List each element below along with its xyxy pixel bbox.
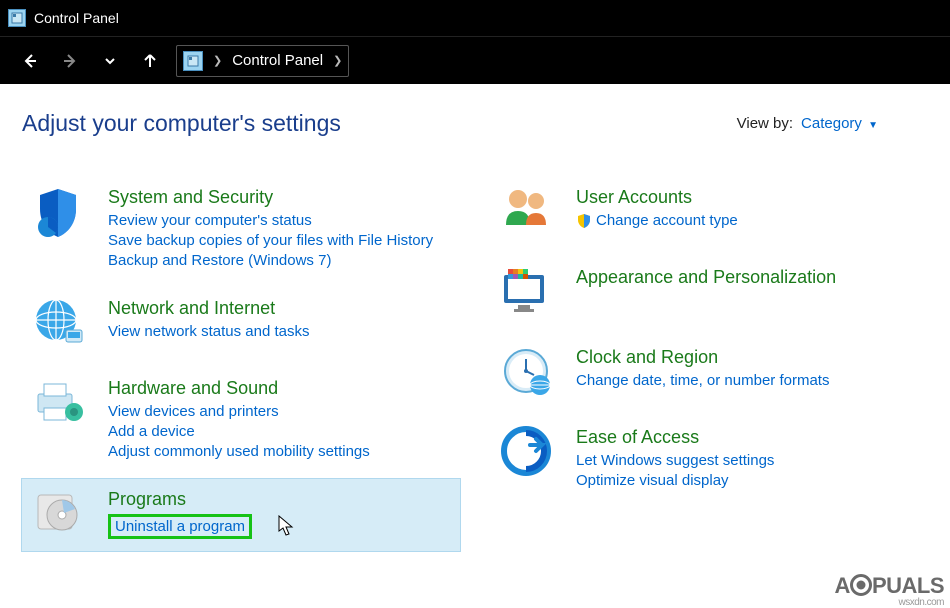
category-title[interactable]: Ease of Access [576,427,924,448]
caret-down-icon: ▼ [868,120,878,131]
ease-of-access-icon [494,425,558,481]
printer-icon [26,376,90,432]
shield-icon [26,185,90,241]
window-title: Control Panel [34,10,119,26]
recent-dropdown[interactable] [96,47,124,75]
category-title[interactable]: Programs [108,489,456,510]
category-link[interactable]: Adjust commonly used mobility settings [108,443,456,460]
up-button[interactable] [136,47,164,75]
uac-shield-icon [576,213,592,229]
back-button[interactable] [16,47,44,75]
uninstall-program-link[interactable]: Uninstall a program [115,518,245,535]
page-title: Adjust your computer's settings [22,110,341,137]
category-link[interactable]: Review your computer's status [108,212,456,229]
address-bar[interactable]: ❯ Control Panel ❯ [176,45,349,77]
globe-icon [26,296,90,352]
right-column: User Accounts Change account type [490,177,928,559]
category-ease-of-access: Ease of Access Let Windows suggest setti… [490,417,928,500]
category-title[interactable]: Clock and Region [576,347,924,368]
watermark-a: A [835,573,850,598]
watermark-circle-icon [850,574,872,596]
view-by-label: View by: [737,115,793,132]
watermark-b: PUALS [872,573,944,598]
change-account-type-link[interactable]: Change account type [576,212,924,229]
title-bar: Control Panel [0,0,950,36]
disc-icon [26,487,90,543]
breadcrumb-root[interactable]: Control Panel [232,52,323,69]
category-title[interactable]: Network and Internet [108,298,456,319]
category-hardware-sound: Hardware and Sound View devices and prin… [22,368,460,471]
category-title[interactable]: System and Security [108,187,456,208]
watermark: A PUALS wsxdn.com [835,573,944,608]
category-title[interactable]: Hardware and Sound [108,378,456,399]
category-link[interactable]: Optimize visual display [576,472,924,489]
category-link[interactable]: Add a device [108,423,456,440]
category-link[interactable]: Save backup copies of your files with Fi… [108,232,456,249]
view-by-dropdown[interactable]: Category ▼ [801,115,878,132]
category-programs: Programs Uninstall a program [22,479,460,551]
category-columns: System and Security Review your computer… [22,177,928,559]
chevron-right-icon: ❯ [333,54,342,67]
category-link[interactable]: Backup and Restore (Windows 7) [108,252,456,269]
category-network-internet: Network and Internet View network status… [22,288,460,360]
category-link[interactable]: Let Windows suggest settings [576,452,924,469]
clock-icon [494,345,558,401]
category-clock-region: Clock and Region Change date, time, or n… [490,337,928,409]
forward-button[interactable] [56,47,84,75]
left-column: System and Security Review your computer… [22,177,460,559]
content-area: Adjust your computer's settings View by:… [0,84,950,608]
category-system-security: System and Security Review your computer… [22,177,460,280]
category-title[interactable]: Appearance and Personalization [576,267,924,288]
monitor-palette-icon [494,265,558,321]
category-link[interactable]: Change date, time, or number formats [576,372,924,389]
category-title[interactable]: User Accounts [576,187,924,208]
category-appearance: Appearance and Personalization [490,257,928,329]
nav-bar: ❯ Control Panel ❯ [0,36,950,84]
view-by-value: Category [801,115,862,132]
watermark-url: wsxdn.com [835,597,944,608]
category-user-accounts: User Accounts Change account type [490,177,928,249]
control-panel-icon [8,9,26,27]
highlight-box: Uninstall a program [108,514,252,539]
category-link[interactable]: View devices and printers [108,403,456,420]
chevron-right-icon: ❯ [213,54,222,67]
users-icon [494,185,558,241]
category-link[interactable]: View network status and tasks [108,323,456,340]
view-by-control: View by: Category ▼ [737,115,878,132]
category-link-text: Change account type [596,212,738,229]
content-header: Adjust your computer's settings View by:… [22,110,928,137]
address-bar-icon [183,51,203,71]
